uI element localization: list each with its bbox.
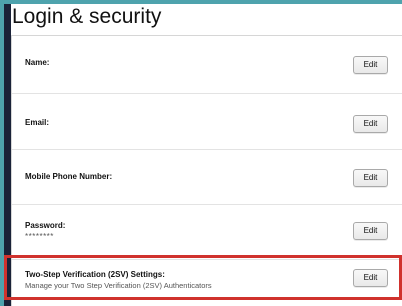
- settings-panel: Name: Edit Email: Edit Mobile Phone Numb…: [11, 35, 402, 306]
- mobile-phone-label: Mobile Phone Number:: [25, 172, 113, 181]
- password-value: ********: [25, 232, 54, 241]
- email-label: Email:: [25, 118, 50, 127]
- page-title: Login & security: [12, 5, 162, 28]
- login-security-page: Login & security Name: Edit Email: Edit …: [11, 4, 402, 306]
- password-row: Password: ******** Edit: [12, 205, 402, 260]
- edit-name-button[interactable]: Edit: [353, 56, 388, 74]
- edit-two-step-verification-button[interactable]: Edit: [353, 269, 388, 287]
- email-row: Email: Edit: [12, 94, 402, 150]
- two-step-verification-description: Manage your Two Step Verification (2SV) …: [25, 281, 212, 290]
- name-row: Name: Edit: [12, 36, 402, 94]
- edit-mobile-phone-button[interactable]: Edit: [353, 169, 388, 187]
- password-label: Password:: [25, 221, 66, 230]
- mobile-phone-row: Mobile Phone Number: Edit: [12, 150, 402, 205]
- two-step-verification-row: Two-Step Verification (2SV) Settings: Ma…: [12, 260, 402, 306]
- two-step-verification-label: Two-Step Verification (2SV) Settings:: [25, 270, 165, 279]
- edit-password-button[interactable]: Edit: [353, 222, 388, 240]
- screenshot-frame: Login & security Name: Edit Email: Edit …: [4, 4, 402, 306]
- edit-email-button[interactable]: Edit: [353, 115, 388, 133]
- name-label: Name:: [25, 58, 50, 67]
